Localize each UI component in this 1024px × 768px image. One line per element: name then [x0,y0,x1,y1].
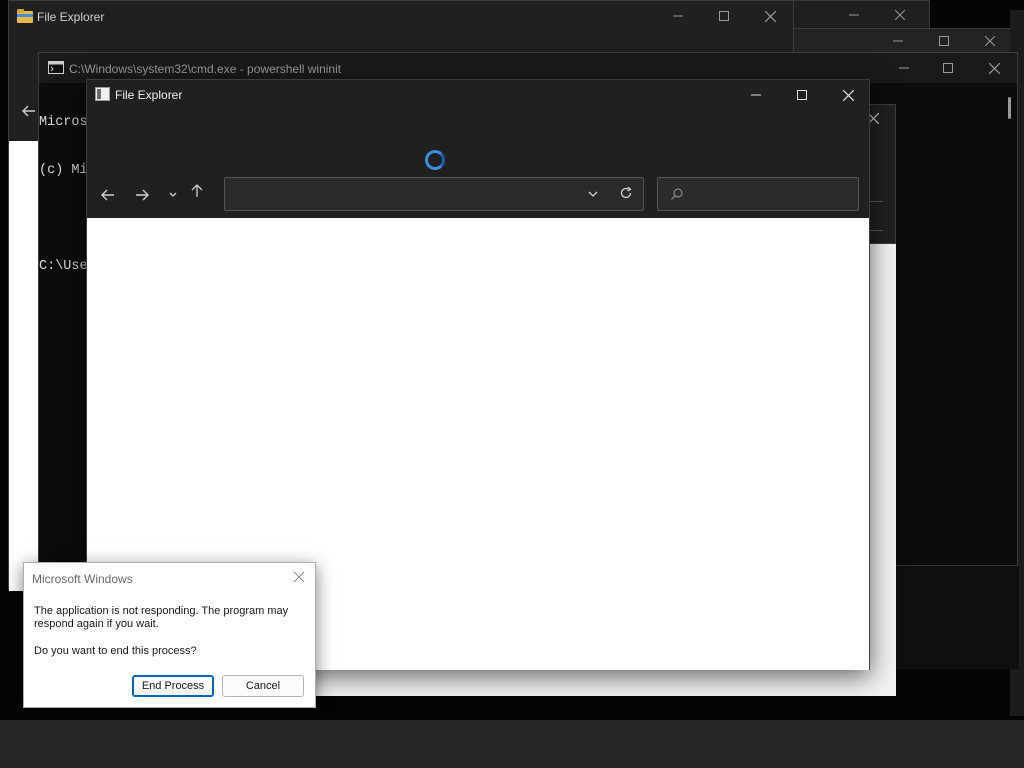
close-icon[interactable] [967,29,1013,53]
background-window [790,0,930,30]
maximize-icon[interactable] [701,1,747,31]
close-icon[interactable] [747,1,793,31]
console-panel [895,565,1019,669]
close-icon[interactable] [877,1,923,29]
dialog-question: Do you want to end this process? [34,645,197,657]
close-icon[interactable] [971,53,1017,83]
chevron-down-icon[interactable] [587,187,599,205]
maximize-icon[interactable] [925,53,971,83]
search-icon [670,187,684,206]
not-responding-dialog[interactable]: Microsoft Windows The application is not… [23,562,316,708]
maximize-icon[interactable] [921,29,967,53]
desktop: File Explorer C:\Windows\system32\cmd.ex… [0,0,1024,768]
file-explorer-titlebar[interactable]: File Explorer [87,80,869,110]
console-line: Micros [39,115,88,130]
dialog-title: Microsoft Windows [32,572,133,586]
back-arrow-icon[interactable] [21,103,37,124]
chevron-down-icon[interactable] [162,184,184,206]
refresh-icon[interactable] [619,186,633,205]
console-line: (c) Mi [39,163,88,178]
minimize-icon[interactable] [831,1,877,29]
cancel-button[interactable]: Cancel [222,675,304,697]
minimize-icon[interactable] [733,80,779,110]
search-input[interactable] [657,177,859,211]
scrollbar-thumb[interactable] [1008,97,1011,119]
console-output[interactable]: Micros (c) Mi C:\Use [39,83,88,307]
folder-icon [17,9,33,28]
minimize-icon[interactable] [875,29,921,53]
background-window [790,28,1024,54]
navigation-toolbar [87,172,869,218]
maximize-icon[interactable] [779,80,825,110]
end-process-button[interactable]: End Process [132,675,214,697]
forward-arrow-icon[interactable] [131,184,153,206]
up-arrow-icon[interactable] [186,180,208,202]
close-icon[interactable] [291,569,307,585]
address-bar[interactable] [224,177,644,211]
minimize-icon[interactable] [881,53,927,83]
window-title: C:\Windows\system32\cmd.exe - powershell… [69,62,342,76]
loading-spinner-icon [425,150,445,170]
console-line: C:\Use [39,259,88,274]
explorer-icon [95,87,110,106]
console-icon [48,61,64,79]
back-arrow-icon[interactable] [97,184,119,206]
minimize-icon[interactable] [655,1,701,31]
dialog-message: The application is not responding. The p… [34,605,289,630]
window-title: File Explorer [37,10,105,24]
close-icon[interactable] [825,80,871,110]
taskbar [0,720,1024,768]
window-title: File Explorer [115,88,183,102]
